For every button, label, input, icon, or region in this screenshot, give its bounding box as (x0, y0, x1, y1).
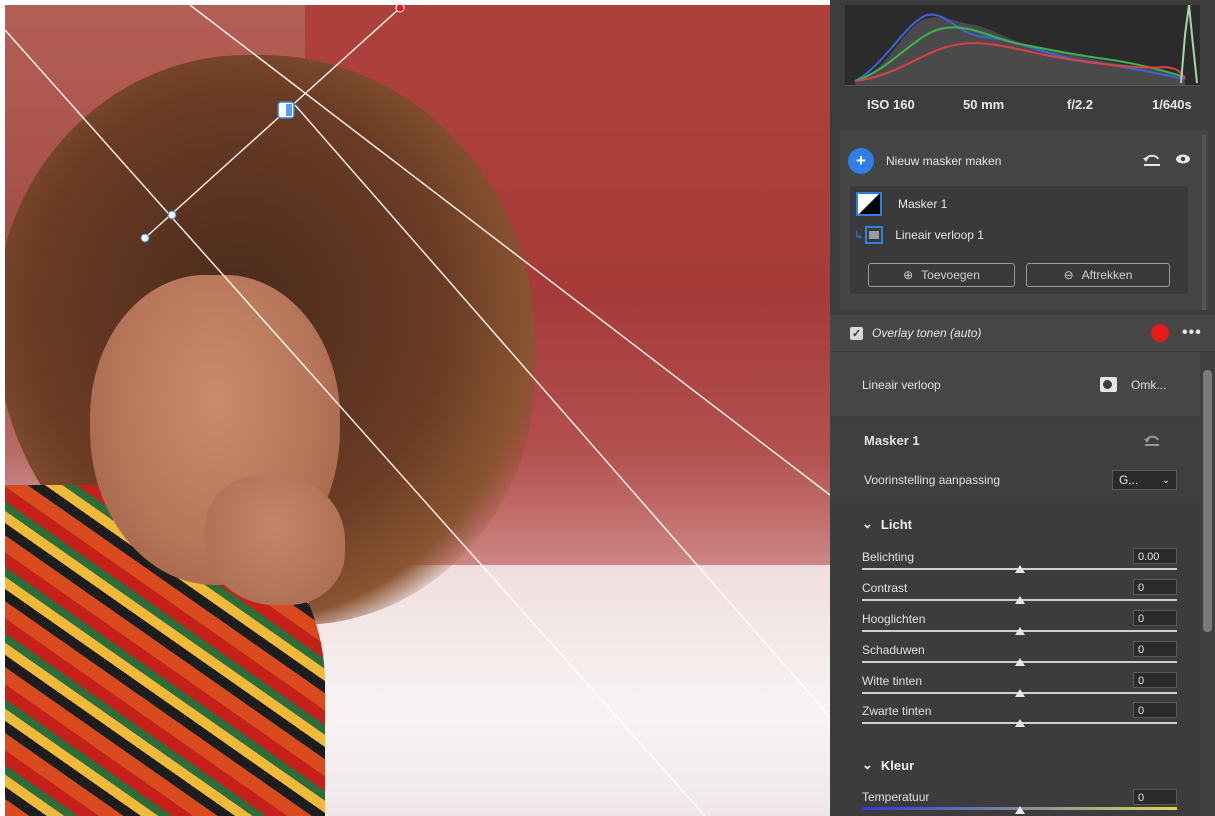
invert-icon[interactable] (1100, 377, 1117, 392)
slider-label: Zwarte tinten (862, 704, 932, 718)
slider-value-input[interactable]: 0 (1133, 610, 1177, 626)
mask-component-item[interactable]: ↳ Lineair verloop 1 (854, 226, 984, 244)
slider-label: Hooglichten (862, 612, 926, 626)
shutter-speed: 1/640s (1152, 96, 1192, 112)
light-header[interactable]: ⌄ Licht (862, 516, 912, 532)
preset-dropdown[interactable]: G... ⌄ (1112, 470, 1177, 490)
reset-mask-icon[interactable] (1143, 433, 1161, 447)
linear-gradient-icon (865, 226, 884, 244)
slider-knob[interactable] (1015, 658, 1025, 666)
slider-value-input[interactable]: 0 (1133, 789, 1177, 805)
add-button[interactable]: ⊕ Toevoegen (868, 263, 1015, 287)
color-header[interactable]: ⌄ Kleur (862, 757, 914, 773)
slider-knob[interactable] (1015, 627, 1025, 635)
mask-thumbnail (856, 192, 882, 216)
new-mask-label: Nieuw masker maken (886, 154, 1002, 168)
slider-knob[interactable] (1015, 565, 1025, 573)
overlay-label: Overlay tonen (auto) (872, 326, 982, 340)
tool-label: Lineair verloop (862, 378, 941, 392)
preset-label: Voorinstelling aanpassing (864, 473, 1001, 487)
slider-knob[interactable] (1015, 719, 1025, 727)
slider-value-input[interactable]: 0 (1133, 702, 1177, 718)
sub-arrow-icon: ↳ (854, 229, 864, 242)
eye-icon[interactable] (1175, 153, 1191, 165)
slider-knob[interactable] (1015, 596, 1025, 604)
settings-scrollbar[interactable] (1200, 352, 1215, 816)
overlay-toggle-row: ✓ Overlay tonen (auto) ••• (830, 315, 1215, 351)
mask-item-label: Masker 1 (898, 197, 948, 211)
chevron-down-icon: ⌄ (862, 516, 873, 531)
add-icon: ⊕ (903, 268, 914, 282)
invert-label[interactable]: Omk... (1131, 378, 1166, 392)
light-title: Licht (880, 516, 912, 532)
subtract-icon: ⊖ (1063, 268, 1074, 282)
mask-panel-scrollbar[interactable] (1199, 135, 1209, 310)
slider-label: Contrast (862, 581, 908, 595)
plus-icon: + (848, 148, 874, 174)
overlay-checkbox[interactable]: ✓ (850, 326, 863, 340)
subtract-label: Aftrekken (1081, 268, 1133, 282)
slider-knob[interactable] (1015, 806, 1025, 814)
slider-label: Belichting (862, 550, 915, 564)
right-panel: ISO 160 50 mm f/2.2 1/640s + Nieuw maske… (830, 0, 1215, 816)
slider-value-input[interactable]: 0.00 (1133, 548, 1177, 564)
mask-settings-title: Masker 1 (864, 433, 920, 448)
slider-value-input[interactable]: 0 (1133, 579, 1177, 595)
color-title: Kleur (880, 757, 915, 773)
chevron-down-icon: ⌄ (862, 757, 873, 772)
slider-label: Temperatuur (862, 790, 930, 804)
chevron-down-icon: ⌄ (1161, 474, 1170, 486)
slider-value-input[interactable]: 0 (1133, 641, 1177, 657)
aperture: f/2.2 (1067, 96, 1094, 112)
reset-icon[interactable] (1142, 151, 1162, 167)
mask-component-label: Lineair verloop 1 (895, 228, 984, 242)
more-options-icon[interactable]: ••• (1182, 324, 1202, 342)
subtract-button[interactable]: ⊖ Aftrekken (1026, 263, 1170, 287)
add-label: Toevoegen (921, 268, 980, 282)
slider-label: Witte tinten (862, 674, 923, 688)
slider-value-input[interactable]: 0 (1133, 672, 1177, 688)
preset-value: G... (1119, 473, 1139, 487)
slider-knob[interactable] (1015, 689, 1025, 697)
iso-value: ISO 160 (867, 96, 915, 112)
photo-canvas[interactable] (5, 5, 830, 816)
mask-item-1[interactable]: Masker 1 (856, 192, 947, 216)
focal-length: 50 mm (963, 96, 1005, 112)
gradient-guides[interactable] (5, 5, 830, 816)
histogram (845, 4, 1200, 86)
overlay-color-swatch[interactable] (1151, 324, 1169, 342)
camera-info: ISO 160 50 mm f/2.2 1/640s (830, 86, 1215, 122)
slider-label: Schaduwen (862, 643, 925, 657)
new-mask-button[interactable]: + Nieuw masker maken (848, 148, 1001, 174)
